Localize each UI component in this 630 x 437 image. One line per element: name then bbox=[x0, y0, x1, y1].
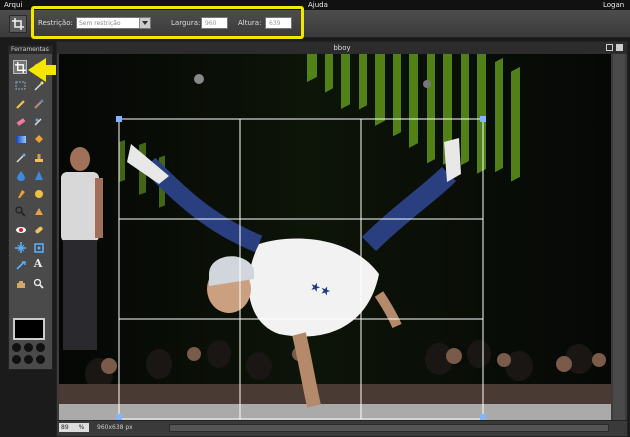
dodge-icon bbox=[14, 205, 26, 217]
tools-panel-title: Ferramentas bbox=[9, 46, 52, 54]
move-tool[interactable] bbox=[13, 258, 27, 272]
horizontal-scrollbar[interactable] bbox=[169, 424, 609, 432]
document-statusbar: 89 % 960x638 px bbox=[57, 420, 627, 436]
document-window: bboy ★★ 89 % 960x638 px bbox=[56, 41, 628, 437]
marquee-icon bbox=[15, 81, 25, 89]
standing-person bbox=[61, 147, 103, 350]
maximize-icon[interactable] bbox=[606, 44, 613, 51]
foreground-color-swatch[interactable] bbox=[13, 318, 45, 340]
replace-color-tool[interactable] bbox=[31, 114, 45, 128]
photo-bboy: ★★ bbox=[59, 54, 611, 420]
paint-bucket-tool[interactable] bbox=[31, 132, 45, 146]
zoom-unit: % bbox=[78, 424, 85, 431]
burn-tool[interactable] bbox=[31, 204, 45, 218]
eraser-icon bbox=[16, 117, 25, 126]
gradient-icon bbox=[15, 135, 26, 143]
preset-dot[interactable] bbox=[12, 343, 21, 352]
crop-tool[interactable] bbox=[13, 60, 27, 74]
type-icon: A bbox=[33, 256, 43, 270]
document-titlebar[interactable]: bboy bbox=[57, 42, 627, 54]
eraser-tool[interactable] bbox=[13, 114, 27, 128]
tools-panel: Ferramentas A bbox=[8, 45, 53, 370]
type-tool[interactable]: A bbox=[31, 256, 45, 270]
crop-icon bbox=[14, 61, 26, 73]
menu-file[interactable]: Arqui bbox=[4, 1, 22, 9]
sponge-tool[interactable] bbox=[31, 186, 45, 200]
redeye-icon bbox=[15, 226, 26, 233]
gradient-tool[interactable] bbox=[13, 132, 27, 146]
marquee-tool[interactable] bbox=[13, 78, 27, 92]
preset-dot[interactable] bbox=[24, 343, 33, 352]
vertical-scrollbar[interactable] bbox=[613, 54, 625, 420]
crop-options-button[interactable] bbox=[9, 15, 27, 33]
smudge-icon bbox=[17, 189, 25, 198]
close-icon[interactable] bbox=[616, 44, 623, 51]
hand-tool[interactable] bbox=[13, 276, 27, 290]
brush-icon bbox=[33, 99, 43, 109]
login-link[interactable]: Logan bbox=[603, 1, 624, 9]
smudge-tool[interactable] bbox=[13, 186, 27, 200]
zoom-tool[interactable] bbox=[31, 276, 45, 290]
preset-dot[interactable] bbox=[36, 355, 45, 364]
pencil-tool[interactable] bbox=[13, 96, 27, 110]
preset-dot[interactable] bbox=[24, 355, 33, 364]
sharpen-icon bbox=[34, 170, 43, 180]
sharpen-tool[interactable] bbox=[31, 168, 45, 182]
pencil-icon bbox=[15, 99, 25, 109]
spot-heal-tool[interactable] bbox=[31, 222, 45, 236]
preset-dot[interactable] bbox=[36, 343, 45, 352]
bloat-tool[interactable] bbox=[13, 240, 27, 254]
menu-help[interactable]: Ajuda bbox=[308, 1, 328, 9]
bloat-icon bbox=[14, 241, 26, 253]
zoom-icon bbox=[33, 278, 44, 289]
document-title: bboy bbox=[333, 44, 351, 52]
burn-icon bbox=[34, 207, 43, 215]
image-dimensions: 960x638 px bbox=[97, 424, 133, 431]
paint-bucket-icon bbox=[34, 134, 43, 143]
zoom-value: 89 bbox=[61, 424, 69, 431]
color-picker-icon bbox=[15, 153, 25, 163]
clone-stamp-icon bbox=[34, 153, 43, 162]
blur-icon bbox=[16, 170, 25, 181]
spot-heal-icon bbox=[34, 226, 43, 233]
blur-tool[interactable] bbox=[13, 168, 27, 182]
sponge-icon bbox=[34, 189, 43, 198]
pinch-tool[interactable] bbox=[31, 240, 45, 254]
replace-color-icon bbox=[33, 117, 42, 126]
pinch-icon bbox=[33, 242, 44, 253]
move-icon bbox=[15, 260, 26, 270]
preset-dot[interactable] bbox=[12, 355, 21, 364]
redeye-tool[interactable] bbox=[13, 222, 27, 236]
brush-tool[interactable] bbox=[31, 96, 45, 110]
color-picker-tool[interactable] bbox=[13, 150, 27, 164]
image-canvas[interactable]: ★★ bbox=[59, 54, 611, 420]
options-highlight-box bbox=[31, 6, 304, 39]
hand-icon bbox=[16, 280, 25, 288]
zoom-field[interactable]: 89 % bbox=[59, 423, 89, 432]
dodge-tool[interactable] bbox=[13, 204, 27, 218]
crop-icon bbox=[12, 18, 24, 30]
clone-stamp-tool[interactable] bbox=[31, 150, 45, 164]
